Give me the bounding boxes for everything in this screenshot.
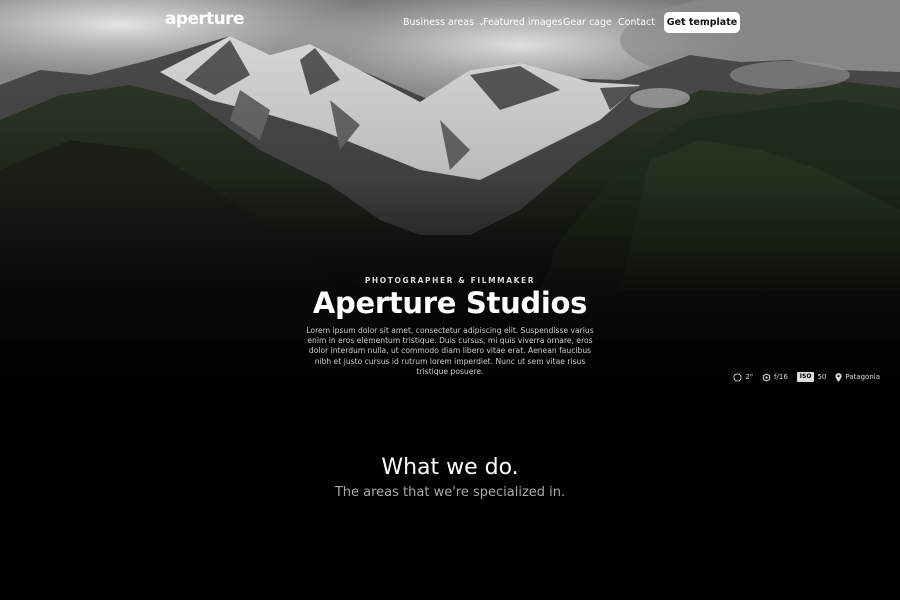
location-pin-icon <box>835 372 842 382</box>
aperture-setting: f/16 <box>762 372 788 382</box>
shutter-value: 2" <box>745 373 754 381</box>
location-value: Patagonia <box>845 373 880 381</box>
section-title: What we do. <box>381 455 519 480</box>
hero-description: Lorem ipsum dolor sit amet, consectetur … <box>306 326 594 376</box>
brand-logo[interactable]: aperture <box>165 9 245 29</box>
section-subtitle: The areas that we're specialized in. <box>334 485 566 500</box>
nav-item-label: Business areas <box>403 17 475 28</box>
shutter-icon <box>733 372 742 382</box>
shutter-speed: 2" <box>733 372 754 382</box>
iso-icon: ISO <box>796 372 815 382</box>
hero-eyebrow: PHOTOGRAPHER & FILMMAKER <box>364 276 536 285</box>
iso-setting: ISO 50 <box>796 372 827 382</box>
get-template-button[interactable]: Get template <box>664 12 740 33</box>
nav-item-contact[interactable]: Contact <box>618 17 655 28</box>
location: Patagonia <box>835 372 880 382</box>
iso-value: 50 <box>817 373 827 381</box>
photo-metadata: 2" f/16 ISO 50 Patagonia <box>733 371 880 383</box>
top-navigation: aperture Business areas ⌄ Featured images… <box>0 0 900 44</box>
nav-item-featured-images[interactable]: Featured images <box>483 17 563 28</box>
aperture-icon <box>762 372 771 382</box>
nav-item-business-areas[interactable]: Business areas ⌄ <box>403 17 485 28</box>
nav-item-gear-cage[interactable]: Gear cage <box>563 17 612 28</box>
page-title: Aperture Studios <box>312 286 588 320</box>
aperture-value: f/16 <box>774 373 788 381</box>
